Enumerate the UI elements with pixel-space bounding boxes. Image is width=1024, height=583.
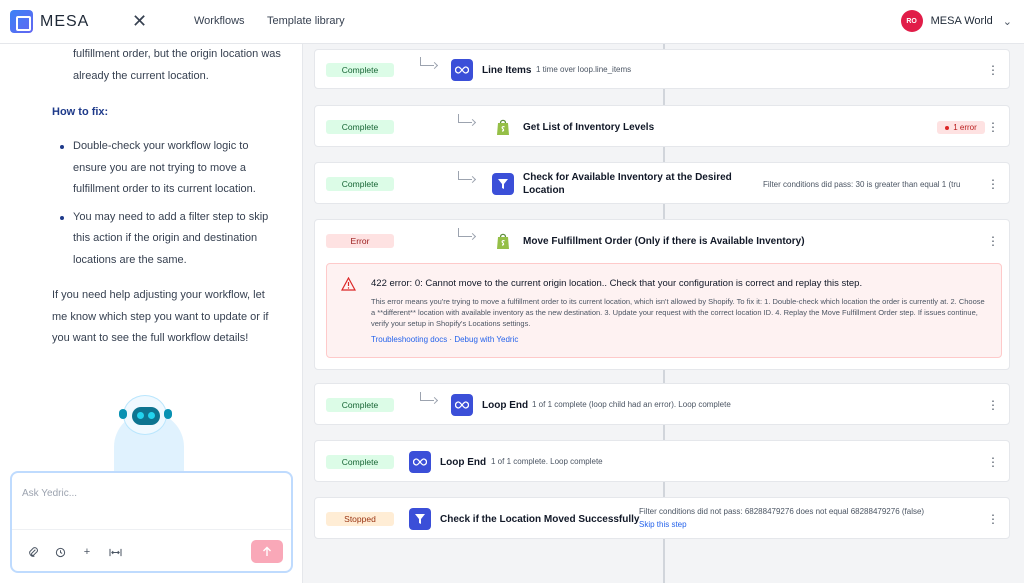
account-menu[interactable]: RO MESA World ⌄ [900,10,1012,32]
error-count-badge[interactable]: 1 error [937,121,985,134]
list-item: Double-check your workflow logic to ensu… [60,136,283,201]
yedric-mascot [107,387,197,482]
more-icon[interactable]: ⋮ [987,178,999,190]
status-badge: Complete [326,455,394,469]
nav-template-library[interactable]: Template library [267,15,345,27]
status-badge: Complete [326,63,394,77]
loop-icon [451,394,473,416]
loop-icon [451,59,473,81]
troubleshooting-docs-link[interactable]: Troubleshooting docs [371,335,447,344]
more-icon[interactable]: ⋮ [987,399,999,411]
step-title: Check for Available Inventory at the Des… [523,172,732,196]
debug-with-yedric-link[interactable]: Debug with Yedric [454,335,518,344]
account-name: MESA World [930,15,993,27]
list-item: You may need to add a filter step to ski… [60,207,283,272]
app-name: MESA [40,12,90,30]
mesa-logo[interactable]: MESA [10,10,89,33]
step-title: Move Fulfillment Order (Only if there is… [523,236,805,247]
workflow-run-canvas: Complete Line Items 1 time over loop.lin… [304,44,1024,583]
expand-width-icon[interactable] [108,545,122,559]
step-card-loop-end-2[interactable]: Complete Loop End 1 of 1 complete. Loop … [314,440,1010,482]
more-icon[interactable]: ⋮ [987,513,999,525]
step-meta: 1 of 1 complete. Loop complete [491,457,603,466]
error-panel: 422 error: 0: Cannot move to the current… [326,263,1002,358]
step-title: Check if the Location Moved Successfully [440,514,640,525]
history-icon[interactable] [53,545,67,559]
skip-step-link[interactable]: Skip this step [639,520,687,529]
step-card-line-items[interactable]: Complete Line Items 1 time over loop.lin… [314,49,1010,89]
chat-help: If you need help adjusting your workflow… [52,289,269,344]
step-card-check-location-moved[interactable]: Stopped Check if the Location Moved Succ… [314,497,1010,539]
shopify-icon [492,230,514,252]
close-icon[interactable]: ✕ [132,11,147,32]
status-badge: Complete [326,120,394,134]
attach-icon[interactable] [26,545,40,559]
filter-icon [409,508,431,530]
assistant-panel: fulfillment order, but the origin locati… [0,44,303,583]
more-icon[interactable]: ⋮ [987,456,999,468]
chat-composer: + [10,471,293,573]
step-title: Loop End [440,457,487,468]
step-card-get-inventory[interactable]: Complete Get List of Inventory Levels 1 … [314,105,1010,147]
more-icon[interactable]: ⋮ [987,235,999,247]
status-badge: Error [326,234,394,248]
step-meta: Filter conditions did pass: 30 is greate… [763,180,961,189]
error-description: This error means you're trying to move a… [371,297,985,328]
chat-input[interactable] [22,483,277,503]
status-badge: Complete [326,177,394,191]
top-bar: MESA ✕ Workflows Template library RO MES… [0,0,1024,44]
send-button[interactable] [251,540,283,563]
fix-heading: How to fix: [52,106,109,118]
more-icon[interactable]: ⋮ [987,64,999,76]
loop-icon [409,451,431,473]
fix-list: Double-check your workflow logic to ensu… [60,136,283,277]
chevron-down-icon: ⌄ [1002,15,1012,28]
shopify-icon [492,116,514,138]
warning-icon [341,277,356,291]
status-badge: Complete [326,398,394,412]
step-meta: 1 time over loop.line_items [536,65,632,74]
more-icon[interactable]: ⋮ [987,121,999,133]
chat-intro: fulfillment order, but the origin locati… [73,48,281,82]
mesa-logo-icon [10,10,33,33]
step-meta: Filter conditions did not pass: 68288479… [639,507,925,516]
error-links: Troubleshooting docs · Debug with Yedric [371,335,518,344]
step-card-loop-end-1[interactable]: Complete Loop End 1 of 1 complete (loop … [314,383,1010,425]
nav-workflows[interactable]: Workflows [194,15,245,27]
step-title: Get List of Inventory Levels [523,122,655,133]
step-card-move-fulfillment[interactable]: Error Move Fulfillment Order (Only if th… [314,219,1010,370]
error-title: 422 error: 0: Cannot move to the current… [371,278,863,289]
plus-icon[interactable]: + [80,545,94,559]
step-title: Line Items [482,65,532,76]
step-meta: 1 of 1 complete (loop child had an error… [532,400,731,409]
filter-icon [492,173,514,195]
step-title: Loop End [482,400,529,411]
avatar: RO [900,10,923,32]
step-card-check-inventory[interactable]: Complete Check for Available Inventory a… [314,162,1010,204]
status-badge: Stopped [326,512,394,526]
